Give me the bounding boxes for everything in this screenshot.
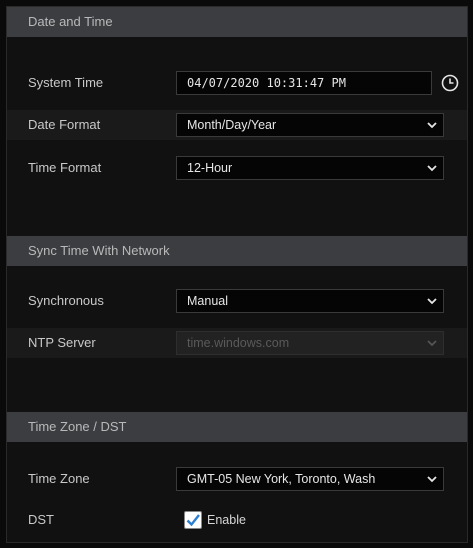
date-format-label: Date Format bbox=[28, 117, 101, 132]
date-format-value: Month/Day/Year bbox=[187, 118, 277, 132]
row-ntp-server: NTP Server time.windows.com bbox=[7, 328, 467, 358]
section-header-sync: Sync Time With Network bbox=[7, 236, 467, 266]
system-time-input[interactable]: 04/07/2020 10:31:47 PM bbox=[176, 71, 432, 95]
time-format-label: Time Format bbox=[28, 160, 102, 175]
chevron-down-icon bbox=[427, 122, 437, 129]
ntp-server-value: time.windows.com bbox=[187, 336, 290, 350]
synchronous-value: Manual bbox=[187, 294, 228, 308]
time-zone-value: GMT-05 New York, Toronto, Wash bbox=[187, 472, 376, 486]
synchronous-label: Synchronous bbox=[28, 293, 104, 308]
ntp-server-select: time.windows.com bbox=[176, 331, 444, 355]
section-title: Date and Time bbox=[28, 14, 113, 29]
section-header-date-time: Date and Time bbox=[7, 7, 467, 37]
dst-enable-label[interactable]: Enable bbox=[207, 505, 246, 535]
chevron-down-icon bbox=[427, 340, 437, 347]
ntp-server-label: NTP Server bbox=[28, 335, 96, 350]
row-system-time: System Time 04/07/2020 10:31:47 PM bbox=[7, 68, 467, 98]
synchronous-select[interactable]: Manual bbox=[176, 289, 444, 313]
date-format-select[interactable]: Month/Day/Year bbox=[176, 113, 444, 137]
clock-icon[interactable] bbox=[441, 74, 459, 92]
date-time-settings-panel: Date and Time System Time 04/07/2020 10:… bbox=[6, 6, 468, 543]
section-title: Time Zone / DST bbox=[28, 419, 127, 434]
time-format-value: 12-Hour bbox=[187, 161, 233, 175]
dst-enable-checkbox[interactable] bbox=[184, 511, 202, 529]
row-time-format: Time Format 12-Hour bbox=[7, 153, 467, 183]
time-zone-label: Time Zone bbox=[28, 471, 90, 486]
system-time-label: System Time bbox=[28, 75, 104, 90]
row-synchronous: Synchronous Manual bbox=[7, 286, 467, 316]
chevron-down-icon bbox=[427, 298, 437, 305]
row-time-zone: Time Zone GMT-05 New York, Toronto, Wash bbox=[7, 464, 467, 494]
row-dst: DST Enable bbox=[7, 505, 467, 535]
dst-label: DST bbox=[28, 512, 54, 527]
time-zone-select[interactable]: GMT-05 New York, Toronto, Wash bbox=[176, 467, 444, 491]
time-format-select[interactable]: 12-Hour bbox=[176, 156, 444, 180]
check-icon bbox=[186, 514, 200, 527]
row-date-format: Date Format Month/Day/Year bbox=[7, 110, 467, 140]
section-header-timezone: Time Zone / DST bbox=[7, 412, 467, 442]
section-title: Sync Time With Network bbox=[28, 243, 170, 258]
chevron-down-icon bbox=[427, 165, 437, 172]
chevron-down-icon bbox=[426, 473, 438, 485]
